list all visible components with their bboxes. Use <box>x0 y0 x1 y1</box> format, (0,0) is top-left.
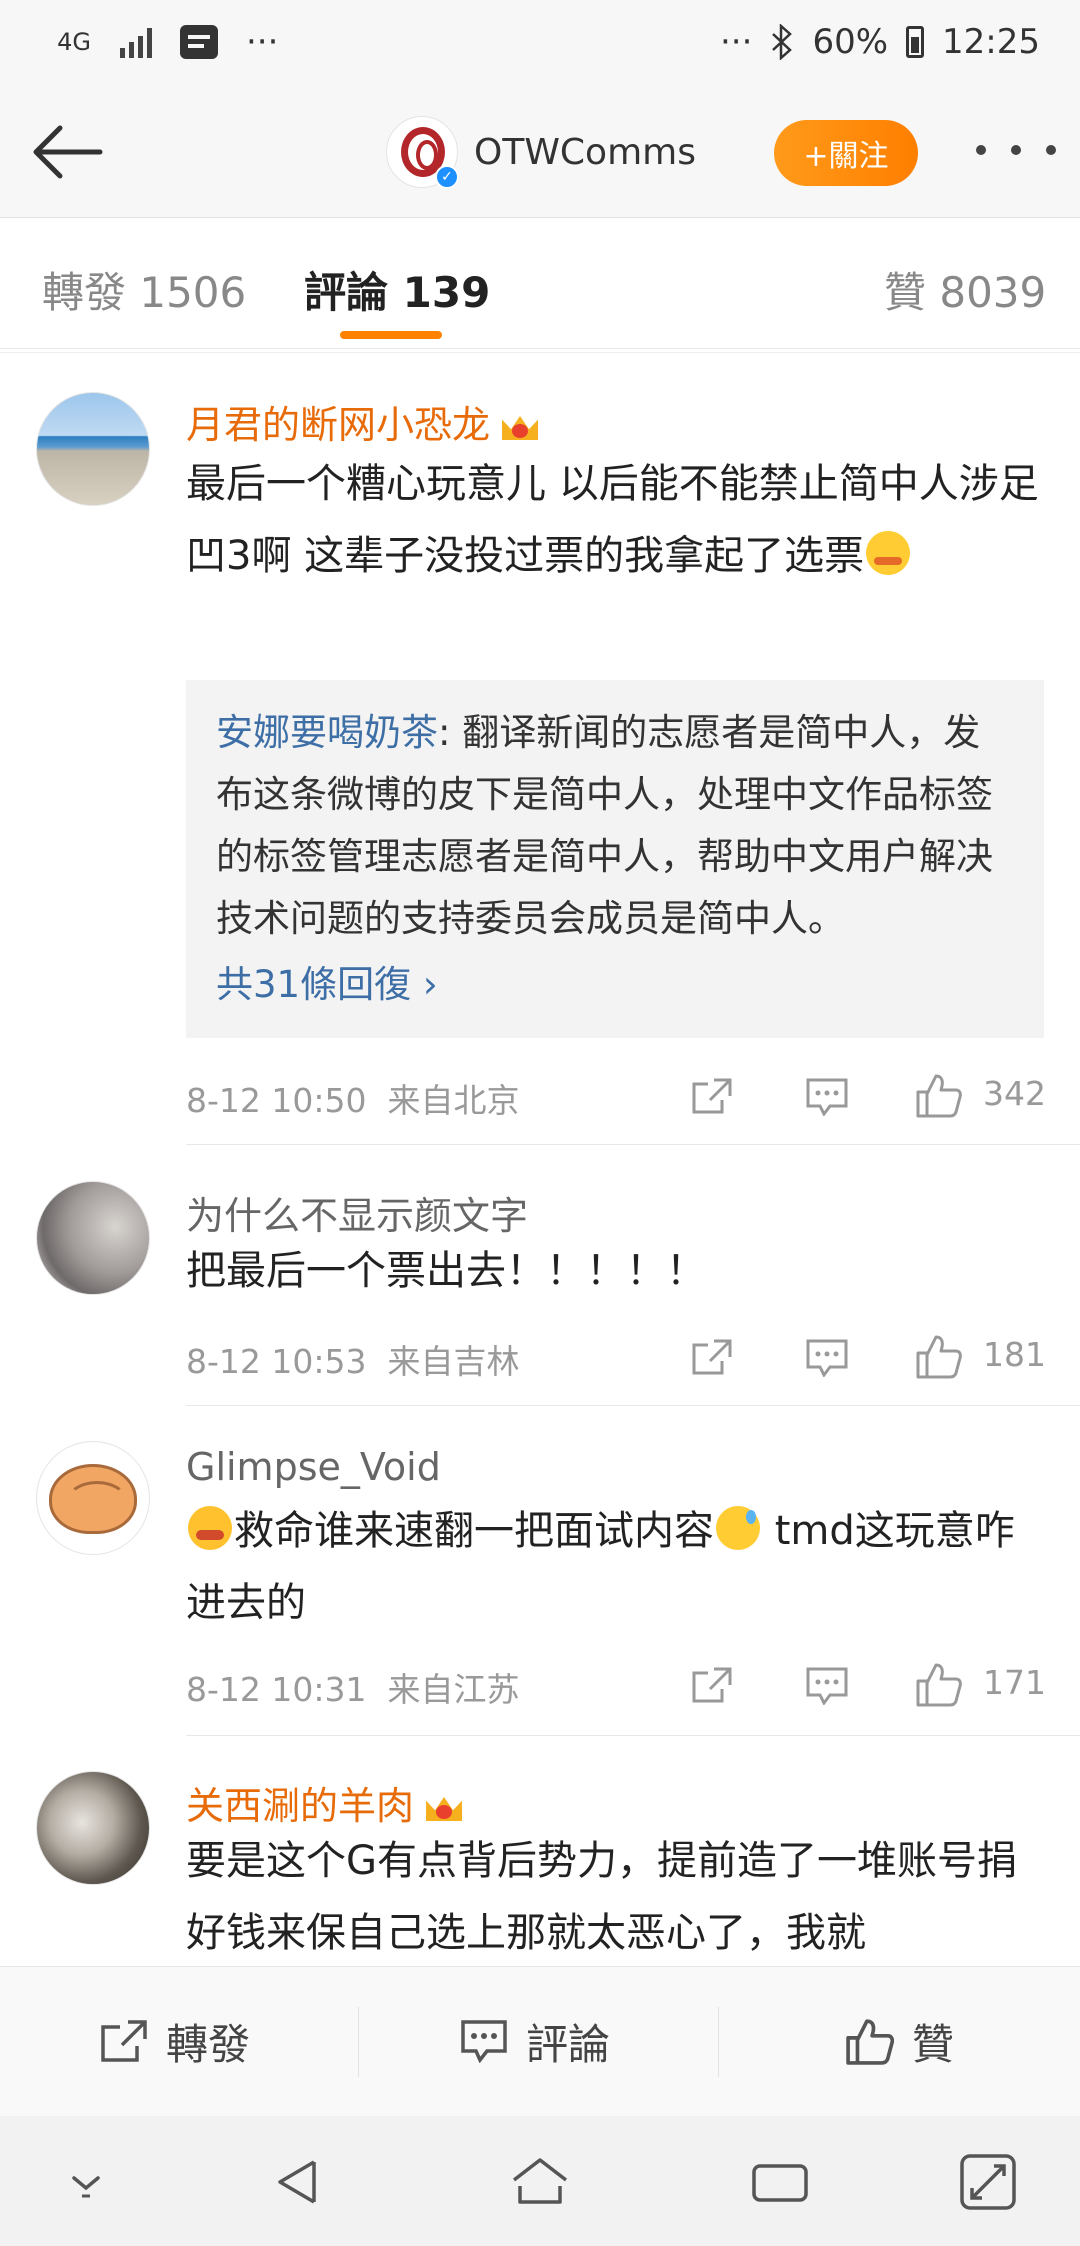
view-replies-link[interactable]: 共31條回復 › <box>216 954 1014 1016</box>
status-right-more: ··· <box>720 22 753 62</box>
more-options-icon[interactable] <box>976 130 1056 170</box>
comment-actions: 342 <box>690 1068 1046 1124</box>
reply-preview[interactable]: 安娜要喝奶茶: 翻译新闻的志愿者是简中人，发布这条微博的皮下是简中人，处理中文作… <box>186 680 1044 1038</box>
comment-actions: 181 <box>690 1329 1046 1385</box>
network-type: 4G <box>57 28 91 56</box>
expand-icon[interactable] <box>958 2152 1018 2212</box>
like-icon <box>846 2019 894 2065</box>
comment-time: 8-12 10:31 <box>186 1670 367 1709</box>
avatar[interactable] <box>36 1441 150 1555</box>
comment-button[interactable]: 評論 <box>460 2013 610 2069</box>
account-avatar[interactable]: ✓ <box>386 116 459 189</box>
recent-apps-icon[interactable] <box>750 2152 810 2212</box>
comment-location: 来自江苏 <box>387 1670 520 1709</box>
reply-author[interactable]: 安娜要喝奶茶 <box>216 711 438 754</box>
reply-icon[interactable] <box>806 1339 848 1377</box>
active-tab-indicator <box>340 331 442 339</box>
chevron-down-icon[interactable] <box>56 2152 116 2212</box>
like-icon[interactable] <box>916 1072 962 1118</box>
comment-username[interactable]: 关西涮的羊肉 <box>186 1775 464 1830</box>
comment-actions: 171 <box>690 1657 1046 1713</box>
comment-text: 最后一个糟心玩意儿 以后能不能禁止简中人涉足凹3啊 这辈子没投过票的我拿起了选票 <box>186 461 1039 579</box>
crying-face-emoji-icon <box>188 1506 232 1550</box>
share-icon[interactable] <box>692 1339 732 1375</box>
signal-icon <box>120 26 152 58</box>
sweat-face-emoji-icon <box>716 1506 760 1550</box>
back-triangle-icon[interactable] <box>270 2152 330 2212</box>
comment-time: 8-12 10:53 <box>186 1342 367 1381</box>
tab-repost[interactable]: 轉發 1506 <box>42 259 246 320</box>
tab-comments[interactable]: 評論 139 <box>304 259 490 320</box>
vip-crown-icon <box>500 408 540 442</box>
share-icon[interactable] <box>692 1667 732 1703</box>
avatar[interactable] <box>36 1181 150 1295</box>
shy-face-emoji-icon <box>866 531 911 575</box>
status-bar: 4G ··· ··· 60% 12:25 <box>0 0 1080 90</box>
avatar[interactable] <box>36 1771 150 1885</box>
back-arrow-icon[interactable] <box>30 120 106 184</box>
like-count: 171 <box>983 1663 1046 1702</box>
avatar[interactable] <box>36 392 150 506</box>
battery-icon <box>906 26 925 58</box>
message-notification-icon <box>180 25 218 59</box>
tab-likes[interactable]: 贊 8039 <box>884 259 1046 320</box>
system-navigation-bar <box>0 2116 1080 2246</box>
repost-button[interactable]: 轉發 <box>100 2013 250 2069</box>
reply-icon[interactable] <box>806 1667 848 1705</box>
like-count: 181 <box>983 1335 1046 1374</box>
share-icon[interactable] <box>692 1078 732 1114</box>
comment-meta: 8-12 10:53 来自吉林 <box>186 1335 519 1383</box>
vip-crown-icon <box>424 1789 464 1823</box>
clock: 12:25 <box>942 22 1040 62</box>
comment-username[interactable]: 为什么不显示颜文字 <box>186 1185 528 1240</box>
comment-location: 来自吉林 <box>387 1342 520 1381</box>
account-name[interactable]: OTWComms <box>474 132 696 173</box>
bluetooth-icon <box>772 24 793 60</box>
verified-badge-icon: ✓ <box>435 165 459 189</box>
comment-text: 要是这个G有点背后势力，提前造了一堆账号捐好钱来保自己选上那就太恶心了，我就 <box>186 1838 1017 1956</box>
like-count: 342 <box>983 1074 1046 1113</box>
share-icon <box>101 2020 147 2062</box>
comment-location: 来自北京 <box>387 1081 520 1120</box>
comment-username[interactable]: 月君的断网小恐龙 <box>186 394 540 449</box>
home-icon[interactable] <box>510 2152 570 2212</box>
follow-button[interactable]: +關注 <box>774 120 918 186</box>
comment-meta: 8-12 10:50 来自北京 <box>186 1074 519 1122</box>
comment-time: 8-12 10:50 <box>186 1081 367 1120</box>
tab-bar: 轉發 1506 評論 139 贊 8039 <box>0 219 1080 349</box>
like-button[interactable]: 贊 <box>846 2013 954 2069</box>
comment-meta: 8-12 10:31 来自江苏 <box>186 1663 519 1711</box>
top-app-bar: ✓ OTWComms +關注 <box>0 90 1080 218</box>
reply-icon[interactable] <box>806 1078 848 1116</box>
like-icon[interactable] <box>916 1661 962 1707</box>
bottom-action-bar: 轉發 評論 贊 <box>0 1966 1080 2116</box>
status-more: ··· <box>246 22 279 62</box>
like-icon[interactable] <box>916 1333 962 1379</box>
chevron-right-icon: › <box>422 963 438 1006</box>
account-info[interactable]: ✓ OTWComms <box>386 116 696 189</box>
comment-text: 把最后一个票出去！！！！！ <box>186 1248 706 1294</box>
comment-username[interactable]: Glimpse_Void <box>186 1445 441 1489</box>
battery-percent: 60% <box>812 22 889 62</box>
comment-text: 救命谁来速翻一把面试内容 tmd这玩意咋进去的 <box>186 1506 1015 1626</box>
comment-icon <box>461 2020 507 2063</box>
